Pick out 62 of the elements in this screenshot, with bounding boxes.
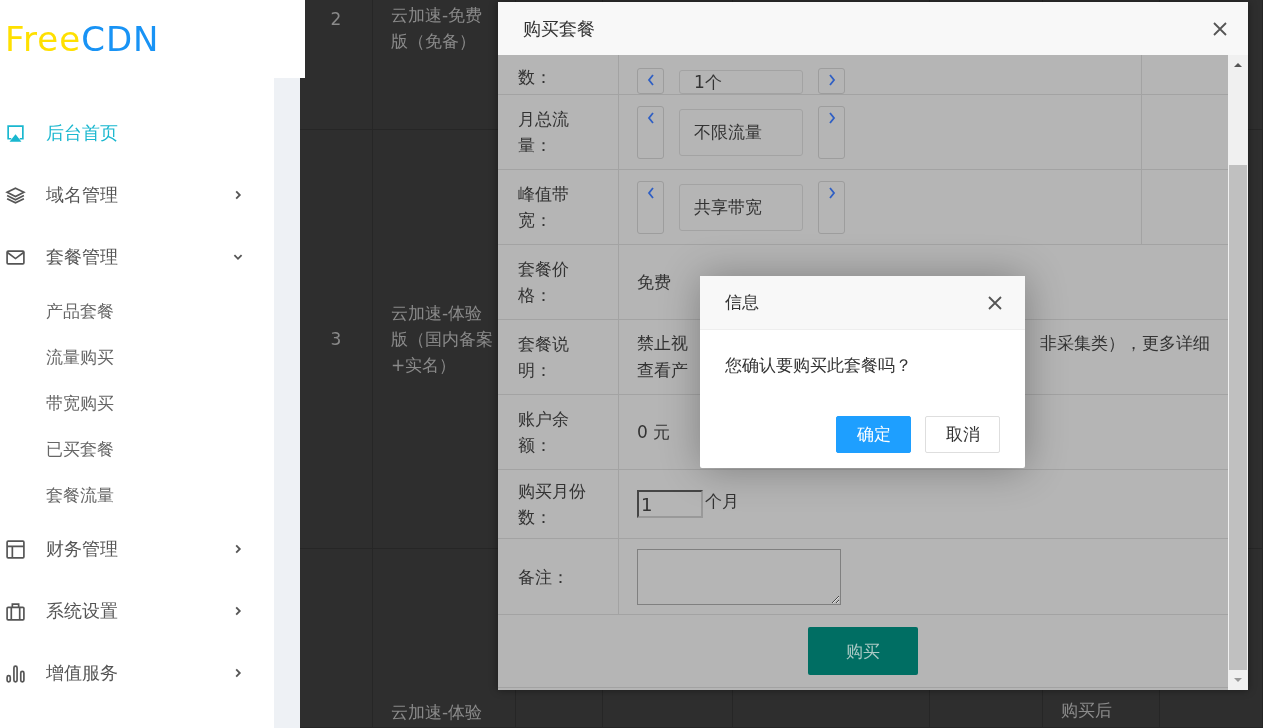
submenu-item[interactable]: 套餐流量: [0, 472, 274, 518]
sidebar-item[interactable]: 套餐管理: [0, 226, 274, 288]
next-button[interactable]: [818, 180, 845, 234]
sidebar-item[interactable]: 财务管理: [0, 518, 274, 580]
table-cell: 3: [330, 328, 342, 349]
table-cell-text: 云加速-免费版（免备）: [391, 4, 484, 53]
field-label: 峰值带宽：: [518, 183, 570, 232]
scrollbar[interactable]: [1228, 55, 1248, 690]
option-value: 共享带宽: [679, 183, 803, 231]
dialog-title: 信息: [725, 291, 759, 314]
unit-label: 个月: [705, 490, 739, 513]
monitor-icon: [5, 122, 26, 144]
cancel-button[interactable]: 取消: [925, 416, 1000, 453]
buy-button[interactable]: 购买: [808, 627, 918, 675]
dialog-message: 您确认要购买此套餐吗？: [725, 355, 912, 375]
note-textarea[interactable]: [637, 548, 841, 605]
close-icon[interactable]: [987, 294, 1003, 311]
chevron-left-icon: [645, 110, 656, 125]
table-cell-text: 云加速-体验版（国内备案+实名）: [391, 301, 494, 377]
chevron-left-icon: [645, 185, 656, 200]
field-value: 免费: [637, 270, 671, 294]
table-cell: 购买后: [1061, 698, 1112, 722]
submenu-item[interactable]: 流量购买: [0, 334, 274, 380]
previous-button[interactable]: [637, 180, 664, 234]
sidebar-item[interactable]: 系统设置: [0, 580, 274, 642]
field-label: 套餐说明：: [518, 333, 570, 382]
table-cell-text: 2: [330, 8, 342, 31]
field-label: 月总流量：: [518, 108, 570, 157]
chevron-right-icon: [826, 73, 837, 87]
field-label: 备注：: [518, 565, 569, 589]
chevron-right-icon: [826, 110, 837, 125]
scroll-down-icon[interactable]: [1233, 677, 1243, 683]
scroll-up-icon[interactable]: [1233, 62, 1243, 68]
bar-chart-icon: [5, 662, 26, 684]
submenu-item[interactable]: 产品套餐: [0, 288, 274, 334]
next-button[interactable]: [818, 105, 845, 159]
description-text: 查看产: [637, 359, 688, 382]
field-label: 购买月份数：: [518, 480, 587, 529]
sidebar-item[interactable]: 域名管理: [0, 164, 274, 226]
layers-icon: [5, 184, 26, 206]
next-button[interactable]: [818, 68, 845, 94]
submenu-item[interactable]: 带宽购买: [0, 380, 274, 426]
option-value: 1个: [679, 70, 803, 94]
chevron-left-icon: [645, 73, 656, 87]
field-label: 账户余额：: [518, 408, 570, 457]
option-value: 不限流量: [679, 108, 803, 156]
dialog-title: 购买套餐: [523, 16, 595, 41]
description-text: 禁止视: [637, 332, 688, 355]
table-cell-text: 云加速-体验: [391, 700, 483, 724]
description-text: 非采集类），更多详细: [1040, 332, 1210, 355]
previous-button[interactable]: [637, 68, 664, 94]
field-label: 套餐价格：: [518, 258, 570, 307]
months-input[interactable]: 1: [637, 490, 703, 518]
chevron-right-icon: [826, 185, 837, 200]
field-value: 0 元: [637, 420, 671, 444]
close-icon[interactable]: [1212, 20, 1228, 37]
briefcase-icon: [5, 600, 26, 622]
sidebar-item[interactable]: 增值服务: [0, 642, 274, 704]
submenu-item[interactable]: 已买套餐: [0, 426, 274, 472]
layout-icon: [5, 538, 26, 560]
field-label: 数：: [518, 66, 552, 89]
previous-button[interactable]: [637, 105, 664, 159]
